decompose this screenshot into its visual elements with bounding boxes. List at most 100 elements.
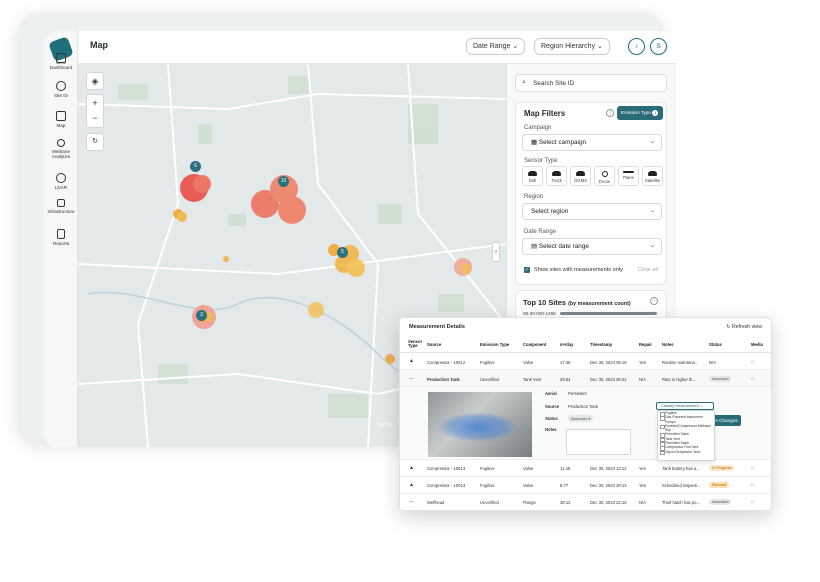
collapse-panel-button[interactable]: ›: [492, 242, 500, 262]
cluster-pin[interactable]: 10: [278, 176, 289, 187]
plane-icon: —: [409, 499, 414, 504]
classify-option[interactable]: Glycol Dehydrator Vent: [658, 450, 714, 456]
status-dropdown[interactable]: Assessed ▾: [568, 415, 594, 422]
chevron-down-icon: ⌄: [649, 139, 655, 145]
emission-type-button[interactable]: Emission Type 1 ⌄: [617, 106, 663, 129]
media-icon[interactable]: ⌂: [751, 482, 754, 488]
campaign-select[interactable]: ▦ Select campaign ⌄: [522, 134, 662, 151]
nav-infrastructure[interactable]: Infrastructure: [44, 199, 78, 214]
clear-all-link[interactable]: Clear all: [637, 267, 658, 273]
nav-map[interactable]: Map: [44, 111, 78, 128]
notes-textarea[interactable]: [566, 429, 631, 455]
sensor-plane[interactable]: Plane: [618, 166, 639, 186]
show-measurements-checkbox[interactable]: ✓: [524, 267, 530, 273]
table-row[interactable]: — Wellhead Unverified Flange 38.12 Dec 3…: [400, 494, 771, 510]
sensor-satellite[interactable]: Satellite: [642, 166, 663, 186]
plume-overlay: [438, 412, 518, 442]
sensor-drone[interactable]: Drone: [594, 166, 615, 186]
source-value: Production Tank: [568, 404, 598, 409]
avatar[interactable]: S: [650, 38, 667, 55]
nav-dashboard[interactable]: Dashboard: [44, 53, 78, 70]
date-range-label: Date Range: [473, 43, 511, 50]
nav-reports[interactable]: Reports: [44, 229, 78, 246]
top-sites-title-text: Top 10 Sites: [523, 298, 566, 307]
nav-site-id[interactable]: Site ID: [44, 81, 78, 98]
aerial-label: Aerial: [545, 391, 557, 396]
region-select[interactable]: Select region ⌄: [522, 203, 662, 220]
nav-label: Methane Analytics: [51, 149, 71, 159]
nav-ldar[interactable]: LDAR: [44, 173, 78, 190]
nav-label: Reports: [52, 241, 70, 246]
column-header: Timestamp: [590, 342, 613, 347]
sensor-type-group: Drill Truck OGMS Drone Plane Satellite: [522, 166, 668, 186]
sensor-label: OGMS: [573, 178, 588, 183]
rate-cell: 17.46: [560, 360, 571, 365]
media-icon[interactable]: ⌂: [751, 465, 754, 471]
gear-icon: [56, 173, 66, 183]
campaign-label: Campaign: [524, 125, 552, 131]
search-site-box[interactable]: ⌕ Search Site ID: [515, 74, 667, 92]
measurement-details-window: Measurement Details ↻ Refresh view Senso…: [399, 317, 772, 511]
source-label: Source: [545, 404, 560, 409]
date-range-select[interactable]: ▤ Select date range ⌄: [522, 238, 662, 255]
column-header: Notes: [662, 342, 674, 347]
date-range-value: Select date range: [538, 243, 589, 250]
emission-marker: [308, 302, 324, 318]
media-icon[interactable]: ⌂: [751, 359, 754, 365]
classify-option[interactable]: Gas-Powered Instrument Pumps: [658, 415, 714, 424]
scale-text: mi/day: [378, 422, 393, 428]
rate-cell: 8.77: [560, 483, 569, 488]
drill-icon: ▲: [409, 465, 414, 471]
sensor-drill[interactable]: Drill: [522, 166, 543, 186]
timestamp-cell: Dec 30, 2023 20:13: [590, 483, 627, 488]
status-badge: In Progress: [709, 465, 735, 471]
campaign-value: Select campaign: [538, 139, 587, 146]
region-hierarchy-dropdown[interactable]: Region Hierarchy ⌄: [534, 38, 610, 55]
bell-icon[interactable]: ♪: [628, 38, 645, 55]
chevron-down-icon: ⌄: [649, 243, 655, 249]
refresh-view-button[interactable]: ↻ Refresh view: [726, 324, 762, 330]
table-row[interactable]: ▲ Compressor - 10013 Fugitive Valve 11.4…: [400, 460, 771, 477]
column-header: Repair: [639, 342, 653, 347]
top-sites-subtitle: (by measurement count): [568, 301, 631, 307]
cluster-pin[interactable]: 6: [190, 161, 201, 172]
emission-marker: [461, 264, 471, 274]
sensor-truck[interactable]: Truck: [546, 166, 567, 186]
search-input[interactable]: Search Site ID: [533, 80, 574, 87]
sensor-label: Satellite: [644, 178, 661, 183]
classify-option[interactable]: Enabled/Compressor Methane Slip: [658, 424, 714, 433]
table-row[interactable]: ▲ Compressor - 10013 Fugitive Valve 8.77…: [400, 477, 771, 494]
column-header: Component: [523, 342, 547, 347]
timestamp-cell: Dec 30, 2023 13:12: [590, 466, 627, 471]
media-icon[interactable]: ⌂: [751, 376, 754, 382]
show-measurements-label: Show sites with measurements only: [534, 267, 623, 273]
truck-icon: [552, 171, 561, 176]
sensor-ogms[interactable]: OGMS: [570, 166, 591, 186]
measurement-details-title: Measurement Details: [409, 324, 465, 330]
emission-cell: Fugitive: [480, 466, 495, 471]
emission-cell: Unverified: [480, 500, 499, 505]
info-icon[interactable]: i: [650, 297, 658, 305]
nav-methane-analytics[interactable]: Methane Analytics: [44, 139, 78, 159]
table-row[interactable]: ▲ Compressor - 10012 Fugitive Valve 17.4…: [400, 353, 771, 370]
top-site-bar[interactable]: [560, 312, 657, 315]
classify-measurement-dropdown[interactable]: Classify Measurement ⌄: [656, 402, 714, 410]
date-range-label: Date Range: [524, 229, 557, 235]
grid-icon: ▦: [531, 139, 538, 146]
status-badge: Planned: [709, 482, 729, 488]
column-header: Sensor Type: [408, 339, 423, 349]
repair-cell: Yes: [639, 483, 646, 488]
emission-count-badge: 1: [652, 110, 659, 116]
date-range-dropdown[interactable]: Date Range ⌄: [466, 38, 526, 55]
cluster-pin[interactable]: 3: [196, 310, 207, 321]
emission-marker: [193, 175, 211, 193]
emission-cell: Fugitive: [480, 360, 495, 365]
cluster-pin[interactable]: 5: [337, 247, 348, 258]
info-icon[interactable]: i: [606, 109, 614, 117]
classify-label: Classify Measurement: [661, 404, 699, 408]
table-row-expanded[interactable]: — Production Tank Unverified Tank Vent 2…: [400, 370, 771, 387]
media-icon[interactable]: ⌂: [751, 499, 754, 505]
aerial-image[interactable]: [428, 392, 532, 457]
emission-type-label: Emission Type: [621, 110, 651, 115]
expanded-detail: Aerial Persistent Source Production Tank…: [400, 387, 771, 460]
